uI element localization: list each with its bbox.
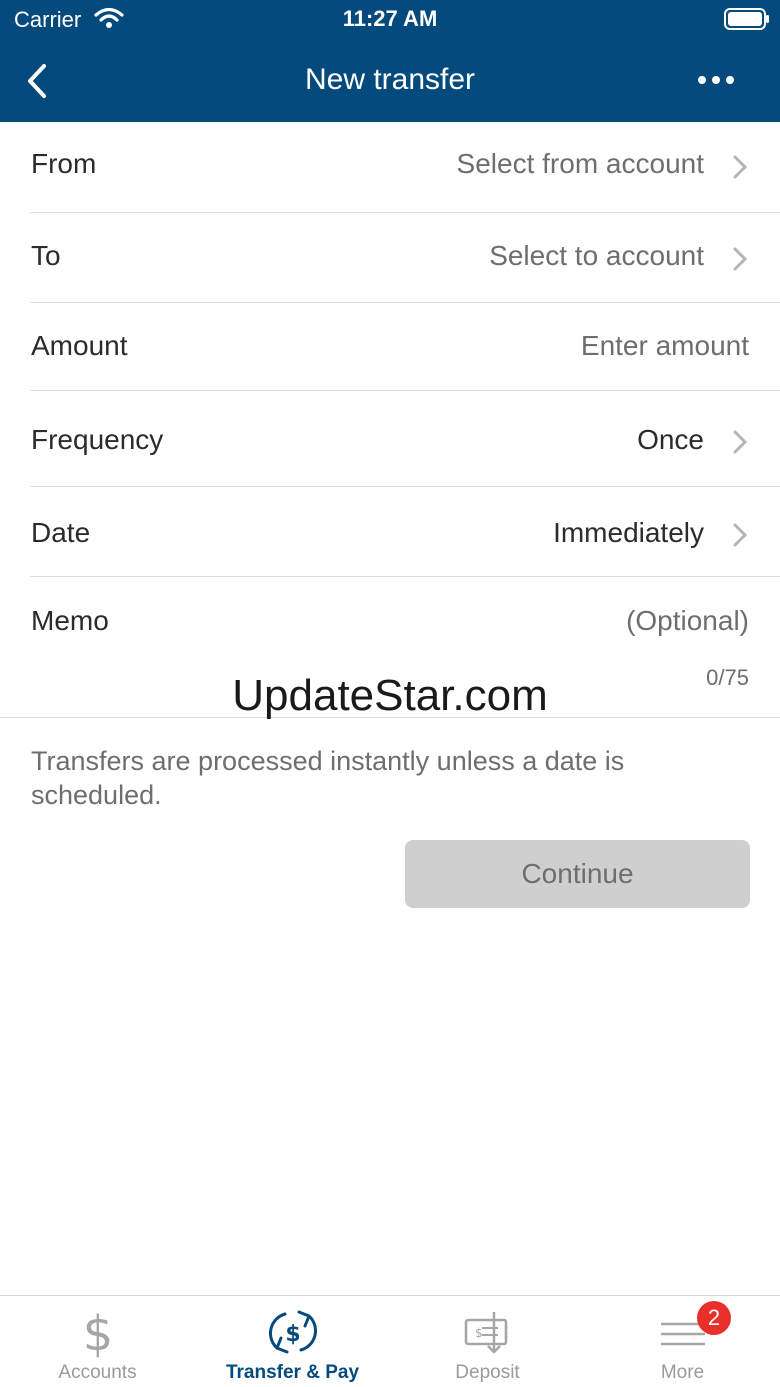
to-label: To: [31, 240, 61, 271]
transfer-info-text: Transfers are processed instantly unless…: [31, 746, 625, 810]
watermark: UpdateStar.com: [232, 671, 548, 720]
status-bar: Carrier 11:27 AM: [0, 0, 780, 40]
date-value: Immediately: [553, 517, 704, 548]
from-account-value: Select from account: [456, 148, 704, 179]
battery-icon: [724, 8, 769, 30]
chevron-right-icon: [733, 247, 748, 271]
chevron-right-icon: [733, 155, 748, 179]
from-label: From: [31, 148, 97, 179]
amount-row[interactable]: Amount Enter amount: [0, 303, 780, 390]
page-title: New transfer: [304, 63, 476, 96]
ellipsis-icon: [698, 76, 734, 84]
frequency-label: Frequency: [31, 424, 164, 455]
nav-bar: New transfer: [0, 44, 780, 118]
svg-text:$: $: [285, 1322, 300, 1347]
tab-label: Deposit: [455, 1362, 520, 1383]
chevron-right-icon: [733, 523, 748, 547]
tab-deposit[interactable]: $ Deposit: [390, 1296, 585, 1387]
tab-bar: $ Accounts $ Transfer & Pay $ Deposit Mo…: [0, 1295, 780, 1387]
tab-label: Accounts: [58, 1362, 137, 1383]
svg-text:$: $: [475, 1326, 483, 1340]
amount-input[interactable]: Enter amount: [581, 330, 749, 362]
chevron-right-icon: [733, 430, 748, 454]
more-options-button[interactable]: [690, 62, 742, 98]
memo-label: Memo: [31, 605, 109, 636]
notification-badge: 2: [697, 1301, 731, 1335]
tab-more[interactable]: More: [585, 1296, 780, 1387]
from-account-row[interactable]: From Select from account: [0, 122, 780, 212]
continue-button[interactable]: Continue: [405, 840, 750, 908]
frequency-row[interactable]: Frequency Once: [0, 391, 780, 486]
tab-transfer-pay[interactable]: $ Transfer & Pay: [195, 1296, 390, 1387]
date-row[interactable]: Date Immediately: [0, 487, 780, 576]
memo-input[interactable]: (Optional): [626, 605, 749, 637]
transfer-dollar-icon: $: [268, 1310, 317, 1354]
to-account-value: Select to account: [489, 240, 704, 271]
app-header: Carrier 11:27 AM New transfer: [0, 0, 780, 122]
amount-label: Amount: [31, 330, 128, 361]
tab-label: More: [660, 1362, 705, 1383]
check-deposit-icon: $: [464, 1312, 507, 1354]
tab-accounts[interactable]: $ Accounts: [0, 1296, 195, 1387]
date-label: Date: [31, 517, 91, 548]
status-time: 11:27 AM: [342, 6, 438, 31]
tab-label: Transfer & Pay: [225, 1362, 360, 1383]
to-account-row[interactable]: To Select to account: [0, 213, 780, 302]
dollar-icon: $: [82, 1306, 113, 1358]
svg-text:$: $: [82, 1306, 113, 1358]
frequency-value: Once: [637, 424, 704, 455]
